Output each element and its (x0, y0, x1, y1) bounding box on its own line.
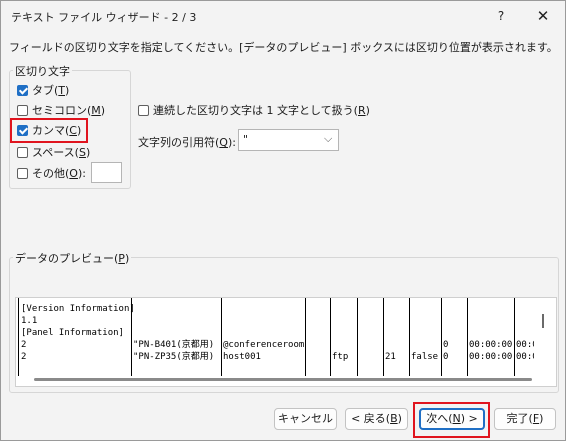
preview-column-3[interactable]: @conferenceroom host001 (221, 298, 305, 376)
space-checkbox[interactable] (17, 146, 28, 158)
help-button[interactable]: ? (487, 5, 515, 27)
preview-column-2[interactable]: "PN-B401(京都用) "PN-ZP35(京都用) (131, 298, 221, 376)
preview-column-9[interactable]: 00 (441, 298, 467, 376)
data-preview-pane[interactable]: [Version Information] 1.1 [Panel Informati… (15, 297, 557, 387)
delimiter-group-label: 区切り文字 (13, 63, 72, 79)
space-label: スペース(S) (32, 146, 91, 159)
other-checkbox[interactable] (17, 167, 28, 179)
other-delimiter-input[interactable] (91, 162, 122, 183)
close-button[interactable]: ✕ (529, 5, 557, 27)
consecutive-checkbox-row[interactable]: 連続した区切り文字は 1 文字として扱う(R) (138, 102, 370, 118)
text-qualifier-select[interactable]: " ⌵ (238, 129, 339, 151)
text-qualifier-value: " (243, 133, 249, 146)
preview-col-8-text: false (411, 352, 439, 362)
consecutive-checkbox[interactable] (138, 104, 149, 116)
cancel-button[interactable]: キャンセル (274, 408, 337, 430)
consecutive-label: 連続した区切り文字は 1 文字として扱う(R) (153, 104, 370, 117)
tab-checkbox[interactable] (17, 84, 28, 96)
comma-highlight-box (10, 118, 88, 143)
semicolon-checkbox[interactable] (17, 104, 28, 116)
tab-label: タブ(T) (32, 84, 70, 97)
next-highlight-box (413, 402, 490, 438)
preview-col-11-text: 00:000:0 (516, 340, 534, 362)
other-label: その他(O): (32, 167, 86, 180)
instruction-text: フィールドの区切り文字を指定してください。[データのプレビュー] ボックスには区… (9, 41, 558, 54)
preview-column-4[interactable] (305, 298, 330, 376)
preview-col-2-text: "PN-B401(京都用) "PN-ZP35(京都用) (133, 340, 215, 362)
text-file-wizard-dialog: テキスト ファイル ウィザード - 2 / 3 ? ✕ フィールドの区切り文字を… (0, 0, 566, 441)
preview-col-10-text: 00:00:00 00:00:00 (469, 340, 513, 362)
other-checkbox-row[interactable]: その他(O): (17, 165, 86, 181)
space-checkbox-row[interactable]: スペース(S) (17, 144, 90, 160)
semicolon-checkbox-row[interactable]: セミコロン(M) (17, 102, 105, 118)
finish-button[interactable]: 完了(F) (494, 408, 556, 430)
preview-column-8[interactable]: false (409, 298, 441, 376)
preview-group-label: データのプレビュー(P) (13, 250, 132, 266)
title-bar: テキスト ファイル ウィザード - 2 / 3 ? ✕ (1, 1, 565, 31)
preview-col-5-text: ftp (332, 352, 349, 362)
preview-column-1[interactable]: [Version Information] 1.1 [Panel Informati… (18, 298, 135, 376)
preview-column-5[interactable]: ftp (330, 298, 357, 376)
semicolon-label: セミコロン(M) (32, 104, 106, 117)
window-title: テキスト ファイル ウィザード - 2 / 3 (11, 11, 197, 24)
preview-col-1-text: [Version Information] 1.1 [Panel Informati… (21, 304, 135, 362)
horizontal-scrollbar[interactable] (34, 378, 532, 381)
back-button[interactable]: < 戻る(B) (345, 408, 408, 430)
preview-column-6[interactable] (357, 298, 383, 376)
preview-col-9-text: 00 (443, 340, 449, 362)
preview-column-11[interactable]: 00:000:0 (514, 298, 534, 376)
text-qualifier-label: 文字列の引用符(Q): (138, 136, 236, 149)
preview-col-3-text: @conferenceroom host001 (223, 340, 305, 362)
preview-column-7[interactable]: 21 (383, 298, 409, 376)
vertical-scrollbar[interactable] (542, 314, 544, 328)
chevron-down-icon: ⌵ (324, 132, 333, 145)
preview-col-7-text: 21 (385, 352, 396, 362)
tab-checkbox-row[interactable]: タブ(T) (17, 82, 69, 98)
preview-column-10[interactable]: 00:00:00 00:00:00 (467, 298, 514, 376)
